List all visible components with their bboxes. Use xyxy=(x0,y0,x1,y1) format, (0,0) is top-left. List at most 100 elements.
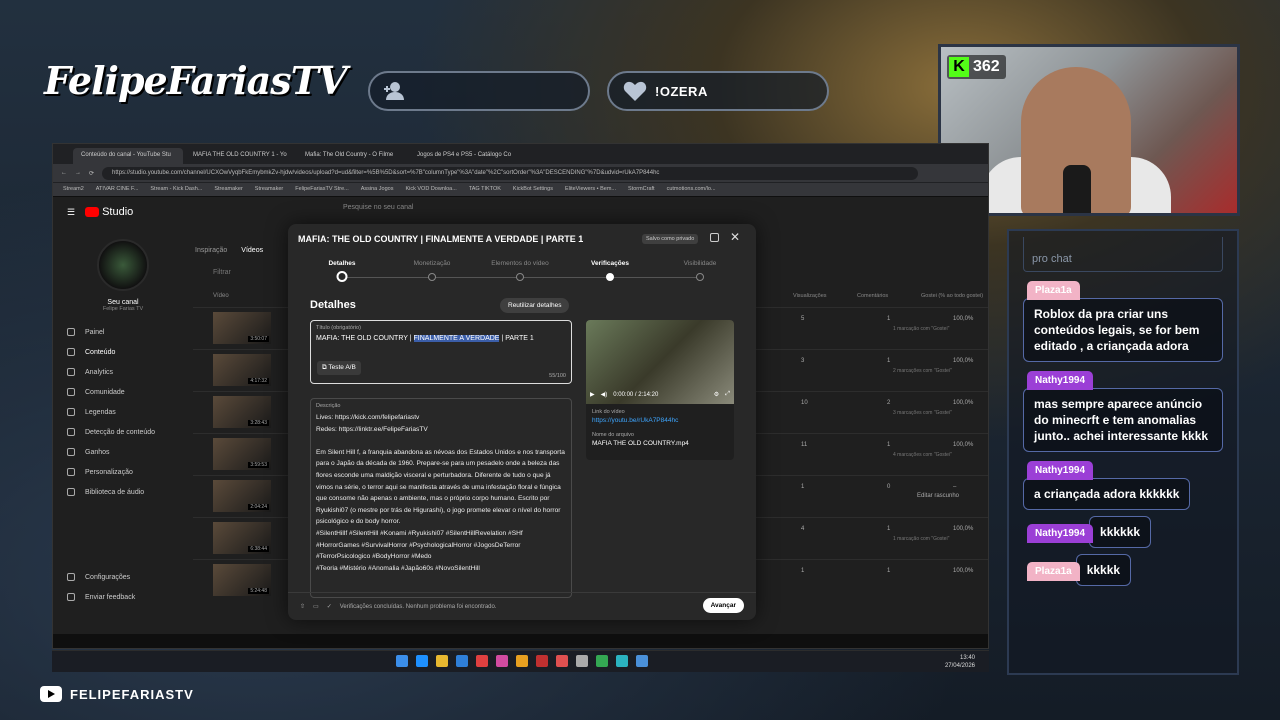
forward-icon[interactable]: → xyxy=(75,170,81,176)
step-label[interactable]: Visibilidade xyxy=(684,260,717,267)
taskbar-app-icon[interactable] xyxy=(456,655,468,667)
sidebar-item[interactable]: Configurações xyxy=(53,567,193,587)
sidebar-item[interactable]: Conteúdo xyxy=(53,342,193,362)
video-thumbnail[interactable]: 3:59:53 xyxy=(213,438,271,470)
bookmark-item[interactable]: Streamaker xyxy=(214,186,242,193)
tab-jogos[interactable]: Jogos de PS4 e PS5 - Catálogo Co xyxy=(409,148,519,164)
ab-test-button[interactable]: ⧉ Teste A/B xyxy=(317,361,361,375)
taskbar-app-icon[interactable] xyxy=(516,655,528,667)
reload-icon[interactable]: ⟳ xyxy=(89,170,94,177)
step-label[interactable]: Verificações xyxy=(591,260,629,267)
taskbar-app-icon[interactable] xyxy=(436,655,448,667)
taskbar-app-icon[interactable] xyxy=(556,655,568,667)
description-field[interactable]: Descrição Lives: https://kick.com/felipe… xyxy=(310,398,572,598)
chat-messages: Plaza1a Roblox da pra criar uns conteúdos… xyxy=(1023,280,1223,586)
step-dot[interactable] xyxy=(336,271,348,282)
menu-icon[interactable]: ☰ xyxy=(67,207,75,218)
sidebar-item[interactable]: Legendas xyxy=(53,402,193,422)
step-label[interactable]: Monetização xyxy=(414,260,451,267)
video-thumbnail[interactable]: 3:28:43 xyxy=(213,396,271,428)
bookmark-item[interactable]: Assina Jogos xyxy=(361,186,394,193)
fullscreen-icon[interactable]: ⤢ xyxy=(725,391,730,398)
sidebar-item[interactable]: Analytics xyxy=(53,362,193,382)
taskbar-app-icon[interactable] xyxy=(616,655,628,667)
feedback-icon[interactable] xyxy=(710,233,719,242)
step-label[interactable]: Elementos do vídeo xyxy=(491,260,548,267)
url-field[interactable]: https://studio.youtube.com/channel/UCXOw… xyxy=(102,166,918,180)
bookmark-item[interactable]: FelipeFariasTV Stre... xyxy=(295,186,349,193)
sidebar-item[interactable]: Detecção de conteúdo xyxy=(53,422,193,442)
hd-icon: ▭ xyxy=(313,604,319,610)
bookmark-item[interactable]: KickBot Settings xyxy=(513,186,553,193)
bookmark-item[interactable]: Stream - Kick Dash... xyxy=(150,186,202,193)
taskbar-app-icon[interactable] xyxy=(476,655,488,667)
gear-icon[interactable]: ⚙ xyxy=(714,391,719,398)
close-icon[interactable]: ✕ xyxy=(730,230,740,244)
studio-logo[interactable]: Studio xyxy=(85,206,133,218)
title-value[interactable]: MAFIA: THE OLD COUNTRY | FINALMENTE A VE… xyxy=(316,335,566,342)
sidebar-item[interactable]: Enviar feedback xyxy=(53,587,193,607)
title-field[interactable]: Título (obrigatório) MAFIA: THE OLD COUN… xyxy=(310,320,572,384)
bookmark-item[interactable]: cutmotions.com/lo... xyxy=(667,186,716,193)
video-thumbnail[interactable]: 3:50:07 xyxy=(213,312,271,344)
video-thumbnail[interactable]: 2:04:24 xyxy=(213,480,271,512)
filter-input[interactable]: Filtrar xyxy=(213,269,231,276)
taskbar-app-icon[interactable] xyxy=(576,655,588,667)
studio-topbar: ☰ Studio Pesquise no seu canal xyxy=(53,197,988,227)
chat-username: Plaza1a xyxy=(1027,562,1080,581)
step-dot[interactable] xyxy=(428,273,436,281)
viewer-badge: K 362 xyxy=(947,55,1006,79)
tab-video[interactable]: MAFIA THE OLD COUNTRY 1 - Yo xyxy=(185,148,295,164)
sidebar-item[interactable]: Ganhos xyxy=(53,442,193,462)
bookmark-item[interactable]: Stream2 xyxy=(63,186,84,193)
bookmark-item[interactable]: Streamaker xyxy=(255,186,283,193)
sidebar-item[interactable]: Personalização xyxy=(53,462,193,482)
cell-comments: 1 xyxy=(887,316,891,322)
taskbar-app-icon[interactable] xyxy=(596,655,608,667)
video-thumbnail[interactable]: 4:17:32 xyxy=(213,354,271,386)
address-bar: ← → ⟳ https://studio.youtube.com/channel… xyxy=(53,164,988,182)
step-label[interactable]: Detalhes xyxy=(328,260,355,267)
video-link[interactable]: https://youtu.be/rUkA7P844hc xyxy=(592,417,728,424)
next-button[interactable]: Avançar xyxy=(702,598,744,613)
tab-videos[interactable]: Vídeos xyxy=(241,247,263,254)
sub-pill: !OZERA xyxy=(607,71,829,111)
step-dot[interactable] xyxy=(516,273,524,281)
step-dot[interactable] xyxy=(696,273,704,281)
video-thumbnail[interactable]: 6:38:44 xyxy=(213,522,271,554)
chat-input[interactable]: pro chat xyxy=(1023,237,1223,272)
search-input[interactable]: Pesquise no seu canal xyxy=(343,204,413,211)
taskbar-app-icon[interactable] xyxy=(396,655,408,667)
video-duration: 6:38:44 xyxy=(248,546,269,552)
sidebar-item[interactable]: Painel xyxy=(53,322,193,342)
reuse-details-button[interactable]: Reutilizar detalhes xyxy=(500,298,570,313)
tab-studio[interactable]: Conteúdo do canal - YouTube Stu xyxy=(73,148,183,164)
bookmark-item[interactable]: EliteViewers • Bem... xyxy=(565,186,616,193)
sidebar-item[interactable]: Comunidade xyxy=(53,382,193,402)
tab-mafia[interactable]: Mafia: The Old Country - O Filme xyxy=(297,148,407,164)
sidebar-item[interactable]: Biblioteca de áudio xyxy=(53,482,193,502)
video-frame[interactable]: ▶ ◀) 0:00:00 / 2:14:20 ⚙ ⤢ xyxy=(586,320,734,404)
taskbar-app-icon[interactable] xyxy=(496,655,508,667)
bookmark-item[interactable]: Kick VOD Downloa... xyxy=(405,186,456,193)
bookmark-item[interactable]: TAG TIKTOK xyxy=(469,186,501,193)
taskbar-app-icon[interactable] xyxy=(536,655,548,667)
bookmark-item[interactable]: ATIVAR CINE F... xyxy=(96,186,139,193)
channel-name: Felipe Farias TV xyxy=(102,306,144,312)
tab-inspiracao[interactable]: Inspiração xyxy=(195,247,227,254)
back-icon[interactable]: ← xyxy=(61,170,67,176)
taskbar-app-icon[interactable] xyxy=(636,655,648,667)
footer-brand: FELIPEFARIASTV xyxy=(40,686,194,702)
col-comments: Comentários xyxy=(857,293,889,299)
bookmark-item[interactable]: StormCraft xyxy=(628,186,655,193)
cell-likes: 100,0% xyxy=(953,526,974,532)
taskbar-app-icon[interactable] xyxy=(416,655,428,667)
avatar[interactable] xyxy=(97,239,149,291)
step-dot[interactable] xyxy=(606,273,614,281)
play-icon[interactable]: ▶ xyxy=(590,391,595,398)
video-duration: 3:50:07 xyxy=(248,336,269,342)
volume-icon[interactable]: ◀) xyxy=(601,391,608,398)
video-thumbnail[interactable]: 5:24:48 xyxy=(213,564,271,596)
edit-draft-link[interactable]: Editar rascunho xyxy=(917,493,959,499)
description-text[interactable]: Lives: https://kick.com/felipefariastv R… xyxy=(316,412,566,574)
